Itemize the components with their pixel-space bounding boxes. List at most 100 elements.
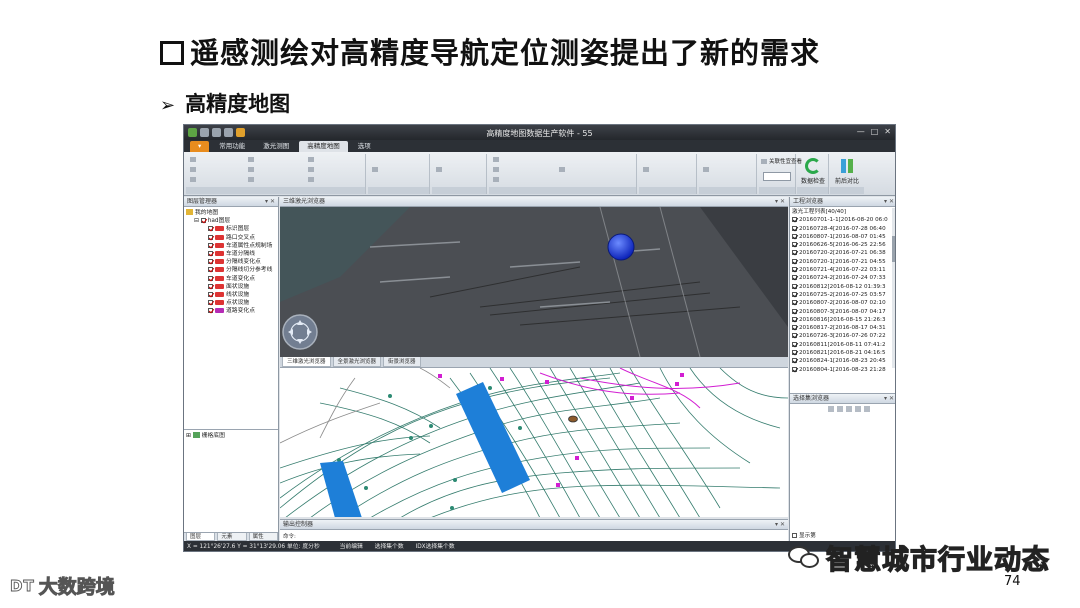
- tab-panorama-view[interactable]: 全景激光浏览器: [332, 357, 382, 367]
- list-icon[interactable]: [837, 406, 843, 412]
- item-checkbox[interactable]: [792, 225, 797, 231]
- item-checkbox[interactable]: [792, 308, 797, 314]
- list-item[interactable]: 20160804-1[2016-08-23 21:28: [792, 366, 895, 374]
- layer-checkbox[interactable]: [208, 242, 213, 248]
- item-checkbox[interactable]: [792, 233, 797, 239]
- item-checkbox[interactable]: [792, 300, 797, 306]
- tab-street-view[interactable]: 街景浏览器: [383, 357, 421, 367]
- navigation-compass-icon[interactable]: [282, 314, 318, 350]
- minimize-icon[interactable]: —: [857, 127, 865, 136]
- item-checkbox[interactable]: [792, 316, 797, 322]
- layer-checkbox[interactable]: [208, 308, 213, 314]
- copy-icon[interactable]: [846, 406, 852, 412]
- show-option[interactable]: 显示第: [792, 531, 816, 539]
- layer-checkbox[interactable]: [208, 267, 213, 273]
- tree-root[interactable]: 我的地图: [186, 209, 276, 217]
- list-item[interactable]: 20160811[2016-08-11 07:41:2: [792, 341, 895, 349]
- ribbon-button[interactable]: [248, 177, 303, 184]
- ribbon-button[interactable]: [493, 177, 553, 184]
- item-checkbox[interactable]: [792, 291, 797, 297]
- ribbon-button[interactable]: [190, 157, 245, 164]
- layer-item[interactable]: 车道变化点: [186, 275, 276, 283]
- attr-value-combo[interactable]: [763, 172, 791, 181]
- scrollbar-thumb[interactable]: [892, 236, 895, 262]
- layer-checkbox[interactable]: [200, 218, 206, 224]
- tab-element-manager[interactable]: 元素管...: [217, 533, 247, 548]
- show-checkbox[interactable]: [792, 533, 797, 538]
- layer-item[interactable]: 分隔线变化点: [186, 258, 276, 266]
- layer-item[interactable]: 标识图层: [186, 225, 276, 233]
- selection-close-icon[interactable]: ▾ ✕: [884, 394, 894, 404]
- tab-options[interactable]: 选项: [350, 141, 379, 152]
- ribbon-button[interactable]: [190, 167, 245, 174]
- item-checkbox[interactable]: [792, 325, 797, 331]
- ribbon-button[interactable]: [248, 157, 303, 164]
- tab-laser-mapping[interactable]: 激光测图: [255, 141, 297, 152]
- pin-icon[interactable]: ▾ ✕: [265, 197, 275, 207]
- item-checkbox[interactable]: [792, 350, 797, 356]
- vehicle-marker[interactable]: [568, 415, 578, 423]
- layer-checkbox[interactable]: [208, 283, 213, 289]
- compare-button[interactable]: 前后对比: [832, 158, 862, 186]
- delete-icon[interactable]: [864, 406, 870, 412]
- layer-item[interactable]: 点状设施: [186, 299, 276, 307]
- ribbon-button[interactable]: [372, 167, 424, 174]
- tab-hd-map[interactable]: 高精度地图: [299, 141, 348, 152]
- layer-checkbox[interactable]: [208, 234, 213, 240]
- layer-checkbox[interactable]: [208, 300, 213, 306]
- item-checkbox[interactable]: [792, 250, 797, 256]
- ribbon-button[interactable]: [308, 167, 358, 174]
- list-item[interactable]: 20160721-4[2016-07-22 03:11: [792, 266, 895, 274]
- list-item[interactable]: 20160821[2016-08-21 04:16:5: [792, 349, 895, 357]
- tab-attribute-editor[interactable]: 属性编...: [248, 533, 278, 548]
- item-checkbox[interactable]: [792, 217, 797, 223]
- layer-checkbox[interactable]: [208, 250, 213, 256]
- blue-position-marker[interactable]: [607, 233, 635, 261]
- layer-checkbox[interactable]: [208, 259, 213, 265]
- item-checkbox[interactable]: [792, 242, 797, 248]
- zoom-to-icon[interactable]: [828, 406, 834, 412]
- layer-item[interactable]: 车道分隔线: [186, 250, 276, 258]
- layer-item[interactable]: 线状设施: [186, 291, 276, 299]
- ribbon-button[interactable]: [703, 167, 751, 174]
- output-close-icon[interactable]: ▾ ✕: [775, 520, 785, 530]
- road-network-canvas[interactable]: [280, 368, 788, 517]
- item-checkbox[interactable]: [792, 275, 797, 281]
- maximize-icon[interactable]: □: [871, 127, 879, 136]
- close-icon[interactable]: ✕: [884, 127, 891, 136]
- item-checkbox[interactable]: [792, 366, 797, 372]
- layer-item[interactable]: 道路变化点: [186, 307, 276, 315]
- layer-item[interactable]: 面状设施: [186, 283, 276, 291]
- item-checkbox[interactable]: [792, 283, 797, 289]
- list-item[interactable]: 20160812[2016-08-12 01:39:3: [792, 283, 895, 291]
- ribbon-button[interactable]: [248, 167, 303, 174]
- ribbon-button[interactable]: [643, 167, 691, 174]
- list-item[interactable]: 20160817-2[2016-08-17 04:31: [792, 324, 895, 332]
- view3d-close-icon[interactable]: ▾ ✕: [775, 197, 785, 207]
- item-checkbox[interactable]: [792, 333, 797, 339]
- list-item[interactable]: 20160807-1[2016-08-07 01:45: [792, 233, 895, 241]
- item-checkbox[interactable]: [792, 258, 797, 264]
- map-2d-view[interactable]: [280, 367, 788, 517]
- raster-item[interactable]: ⊞ 栅格底图: [186, 432, 276, 440]
- layer-item[interactable]: 分隔线切分参考线: [186, 266, 276, 274]
- item-checkbox[interactable]: [792, 267, 797, 273]
- layer-checkbox[interactable]: [208, 275, 213, 281]
- list-item[interactable]: 20160720-2[2016-07-21 06:38: [792, 249, 895, 257]
- ribbon-button[interactable]: [308, 157, 358, 164]
- data-check-button[interactable]: 数据检查: [798, 158, 828, 186]
- project-list-scrollbar[interactable]: [892, 208, 895, 368]
- project-close-icon[interactable]: ▾ ✕: [884, 197, 894, 207]
- tab-layer-manager[interactable]: 图层管...: [186, 533, 216, 548]
- list-item[interactable]: 20160701-1-1[2016-08-20 06:0: [792, 216, 895, 224]
- tab-common[interactable]: 常用功能: [211, 141, 253, 152]
- list-item[interactable]: 20160626-5[2016-06-25 22:56: [792, 241, 895, 249]
- file-tab[interactable]: ▾: [190, 141, 210, 152]
- export-icon[interactable]: [855, 406, 861, 412]
- laser-3d-view[interactable]: [280, 207, 788, 357]
- ribbon-button[interactable]: [190, 177, 245, 184]
- layer-item[interactable]: 车道属性点规制场: [186, 242, 276, 250]
- list-item[interactable]: 20160807-2[2016-08-07 02:10: [792, 299, 895, 307]
- ribbon-button[interactable]: [308, 177, 358, 184]
- ribbon-button[interactable]: [559, 167, 629, 174]
